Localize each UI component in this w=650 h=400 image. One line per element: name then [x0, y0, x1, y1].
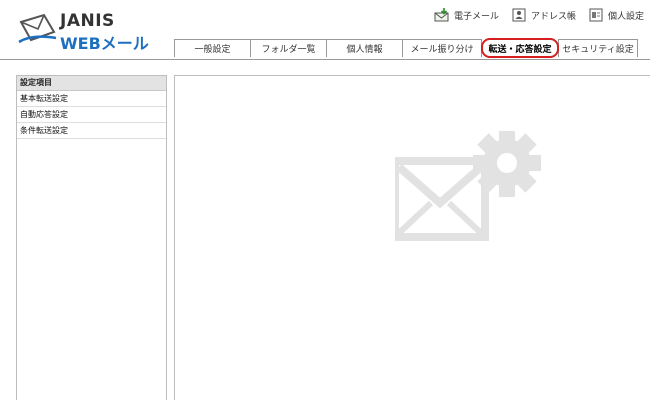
- personal-settings-link-label: 個人設定: [607, 11, 644, 22]
- mail-link[interactable]: 電子メール: [434, 8, 499, 22]
- logo-text-webmail: WEBメール: [60, 34, 149, 53]
- sidebar-item-auto-reply[interactable]: 自動応答設定: [17, 107, 166, 123]
- top-links: 電子メール アドレス帳 個人設定: [422, 6, 644, 24]
- header-divider: [0, 59, 650, 60]
- settings-sidebar: 設定項目 基本転送設定 自動応答設定 条件転送設定: [16, 75, 167, 400]
- tab-security-label: セキュリティ設定: [562, 45, 634, 55]
- tab-mail-filter-label: メール振り分け: [410, 45, 474, 55]
- sidebar-header: 設定項目: [17, 76, 166, 91]
- tab-forward-reply[interactable]: 転送・応答設定: [481, 38, 559, 58]
- tab-personal-info[interactable]: 個人情報: [326, 39, 403, 57]
- tab-folder-list-label: フォルダ一覧: [261, 45, 316, 55]
- address-book-link-label: アドレス帳: [530, 11, 576, 22]
- tab-general-label: 一般設定: [194, 45, 231, 55]
- tab-security[interactable]: セキュリティ設定: [558, 39, 638, 57]
- settings-content-area: [174, 75, 650, 400]
- sidebar-item-conditional-forward[interactable]: 条件転送設定: [17, 123, 166, 139]
- personal-settings-link[interactable]: 個人設定: [588, 8, 644, 22]
- settings-page-icon: [588, 8, 604, 22]
- sidebar-item-basic-forward[interactable]: 基本転送設定: [17, 91, 166, 107]
- tab-folder-list[interactable]: フォルダ一覧: [250, 39, 327, 57]
- tab-mail-filter[interactable]: メール振り分け: [402, 39, 482, 57]
- header: JANIS WEBメール 電子メール アドレス帳 個人設定 一般設定 フォルダ一…: [0, 0, 650, 60]
- tab-forward-reply-label: 転送・応答設定: [488, 44, 552, 55]
- logo-text-janis: JANIS: [60, 11, 115, 31]
- tab-general[interactable]: 一般設定: [174, 39, 251, 57]
- janis-webmail-logo[interactable]: JANIS WEBメール: [18, 8, 149, 53]
- mail-download-icon: [434, 8, 450, 22]
- envelope-logo-icon: [18, 13, 57, 44]
- settings-tabs: 一般設定 フォルダ一覧 個人情報 メール振り分け 転送・応答設定 セキュリティ設…: [174, 38, 638, 59]
- tab-personal-info-label: 個人情報: [346, 45, 383, 55]
- mail-link-label: 電子メール: [453, 11, 499, 22]
- address-book-link[interactable]: アドレス帳: [511, 8, 576, 22]
- address-book-icon: [511, 8, 527, 22]
- mail-settings-watermark-icon: [395, 131, 541, 241]
